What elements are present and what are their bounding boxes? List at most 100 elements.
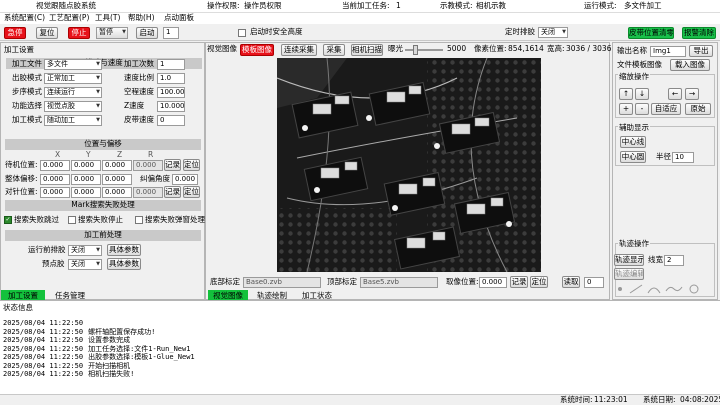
aux-display-title: 辅助显示 — [618, 123, 650, 133]
mode-select-2[interactable]: 连续运行 — [44, 87, 102, 98]
axis-header-y: Y — [86, 150, 91, 159]
mark-skip-label: 搜索失败跳过 — [14, 215, 59, 224]
system-date-label: 系统日期: — [643, 395, 676, 404]
pos-field-2-1[interactable]: 0.000 — [71, 187, 101, 198]
log-message: 螺杆轴配置保存成功! — [88, 327, 156, 336]
start-button[interactable]: 启动 — [136, 27, 158, 39]
left-arrow-icon[interactable]: ← — [668, 88, 682, 100]
right-arrow-icon[interactable]: → — [685, 88, 699, 100]
take-pos-locate-button[interactable]: 定位 — [530, 276, 548, 288]
speed-field-1[interactable]: 1.0 — [157, 73, 185, 84]
original-size-button[interactable]: 原始 — [685, 103, 711, 115]
pos-field-2-2[interactable]: 0.000 — [102, 187, 132, 198]
track-show-button[interactable]: 轨迹显示 — [614, 254, 644, 266]
pos-locate-button-0[interactable]: 定位 — [183, 159, 200, 171]
template-image-button[interactable]: 模板图像 — [240, 44, 274, 56]
pos-field-0-0[interactable]: 0.000 — [40, 160, 70, 171]
speed-field-0[interactable]: 1 — [157, 59, 185, 70]
correction-angle-field[interactable]: 0.000 — [172, 173, 198, 185]
speed-field-4[interactable]: 0 — [157, 115, 185, 126]
speed-label-3: Z速度 — [124, 101, 145, 110]
zoom-out-icon[interactable]: - — [635, 103, 649, 115]
center-line-button[interactable]: 中心线 — [620, 136, 646, 148]
load-image-button[interactable]: 载入图像 — [670, 59, 710, 71]
pre-purge-params-button[interactable]: 具体参数 — [107, 244, 141, 256]
take-pos-record-button[interactable]: 记录 — [510, 276, 528, 288]
mode-label-4: 加工模式 — [12, 115, 42, 124]
reset-button[interactable]: 复位 — [36, 27, 58, 39]
emergency-stop-button[interactable]: 急停 — [4, 27, 26, 39]
capture-button[interactable]: 采集 — [323, 44, 345, 56]
safe-height-checkbox[interactable] — [238, 29, 246, 37]
mark-stop-checkbox[interactable] — [68, 216, 76, 224]
pos-field-1-2[interactable]: 0.000 — [102, 173, 132, 185]
mark-skip-checkbox[interactable]: ✓ — [4, 216, 12, 224]
read-button[interactable]: 读取 — [562, 276, 580, 288]
arc-tool-icon — [647, 287, 661, 294]
exposure-slider-handle[interactable] — [413, 45, 418, 55]
fit-view-button[interactable]: 自适应 — [651, 103, 681, 115]
camera-scan-button[interactable]: 相机扫描 — [351, 44, 383, 56]
mode-select-3[interactable]: 视觉点胶 — [44, 101, 102, 112]
track-edit-button[interactable]: 轨迹编辑 — [614, 268, 644, 280]
status-title: 状态信息 — [3, 303, 33, 312]
pos-field-1-0[interactable]: 0.000 — [40, 173, 70, 185]
track-tools-icons — [614, 283, 714, 295]
log-time: 2025/08/04 11:22:50 — [3, 319, 84, 327]
pos-record-button-0[interactable]: 记录 — [164, 159, 181, 171]
pre-dispense-label: 预点胶 — [42, 259, 65, 268]
cycle-count-field[interactable]: 1 — [163, 27, 179, 39]
speed-field-3[interactable]: 10.000 — [157, 101, 185, 112]
pos-field-2-3[interactable]: 0.000 — [133, 187, 163, 198]
zoom-in-icon[interactable]: + — [619, 103, 633, 115]
mode-select-0[interactable]: 多文件 — [44, 59, 102, 70]
output-name-label: 输出名称 — [617, 46, 647, 55]
stop-button[interactable]: 停止 — [68, 27, 90, 39]
mode-select-1[interactable]: 正常加工 — [44, 73, 102, 84]
take-pos-field[interactable]: 0.000 — [479, 277, 507, 288]
menu-help[interactable]: 帮助(H) — [128, 13, 155, 23]
menu-jog-panel[interactable]: 点动面板 — [164, 13, 194, 23]
app-title: 视觉跟随点胶系统 — [36, 1, 96, 10]
pre-dispense-select[interactable]: 关闭 — [68, 259, 102, 270]
axis-header-r: R — [148, 150, 154, 159]
line-width-field[interactable]: 2 — [664, 255, 684, 266]
pos-field-2-0[interactable]: 0.000 — [40, 187, 70, 198]
exposure-slider[interactable] — [405, 45, 443, 55]
pos-field-0-2[interactable]: 0.000 — [102, 160, 132, 171]
camera-image[interactable] — [277, 58, 541, 272]
pos-field-0-1[interactable]: 0.000 — [71, 160, 101, 171]
export-button[interactable]: 导出 — [689, 45, 713, 57]
radius-field[interactable]: 10 — [672, 152, 694, 163]
read-value-field[interactable]: 0 — [584, 277, 604, 288]
mode-label-3: 功能选择 — [12, 101, 42, 110]
pre-dispense-params-button[interactable]: 具体参数 — [107, 258, 141, 270]
alarm-clear-button[interactable]: 报警清除 — [682, 27, 716, 39]
output-name-field[interactable]: Img1 — [650, 46, 686, 57]
menu-tools[interactable]: 工具(T) — [95, 13, 120, 23]
pos-row-label-2: 对针位置: — [5, 187, 38, 196]
continuous-capture-button[interactable]: 连续采集 — [281, 44, 317, 56]
belt-zero-button[interactable]: 皮带位置清零 — [628, 27, 674, 39]
log-entry: 2025/08/04 11:22:50 螺杆轴配置保存成功! — [3, 328, 155, 336]
pos-record-button-2[interactable]: 记录 — [164, 186, 181, 198]
pos-locate-button-2[interactable]: 定位 — [183, 186, 200, 198]
speed-field-2[interactable]: 100.000 — [157, 87, 185, 98]
menu-system[interactable]: 系统配置(C) — [4, 13, 45, 23]
log-entry: 2025/08/04 11:22:50 出胶参数选择:模板1-Glue_New1 — [3, 353, 195, 361]
up-arrow-icon[interactable]: ↑ — [619, 88, 633, 100]
menu-process[interactable]: 工艺配置(P) — [49, 13, 89, 23]
mode-select-4[interactable]: 随动加工 — [44, 115, 102, 126]
pre-purge-select[interactable]: 关闭 — [68, 245, 102, 256]
pause-dropdown[interactable]: 暂停 — [96, 27, 128, 39]
center-circle-button[interactable]: 中心圆 — [620, 151, 646, 163]
bottom-calib-field[interactable]: Base0.zvb — [243, 277, 321, 288]
top-calib-field[interactable]: Base5.zvb — [360, 277, 438, 288]
point-tool-icon — [618, 287, 622, 291]
mode-label-2: 步序模式 — [12, 87, 42, 96]
pos-field-1-1[interactable]: 0.000 — [71, 173, 101, 185]
mark-popup-checkbox[interactable] — [135, 216, 143, 224]
down-arrow-icon[interactable]: ↓ — [635, 88, 649, 100]
pos-field-0-3[interactable]: 0.000 — [133, 160, 163, 171]
timed-clear-select[interactable]: 关闭 — [538, 27, 568, 38]
